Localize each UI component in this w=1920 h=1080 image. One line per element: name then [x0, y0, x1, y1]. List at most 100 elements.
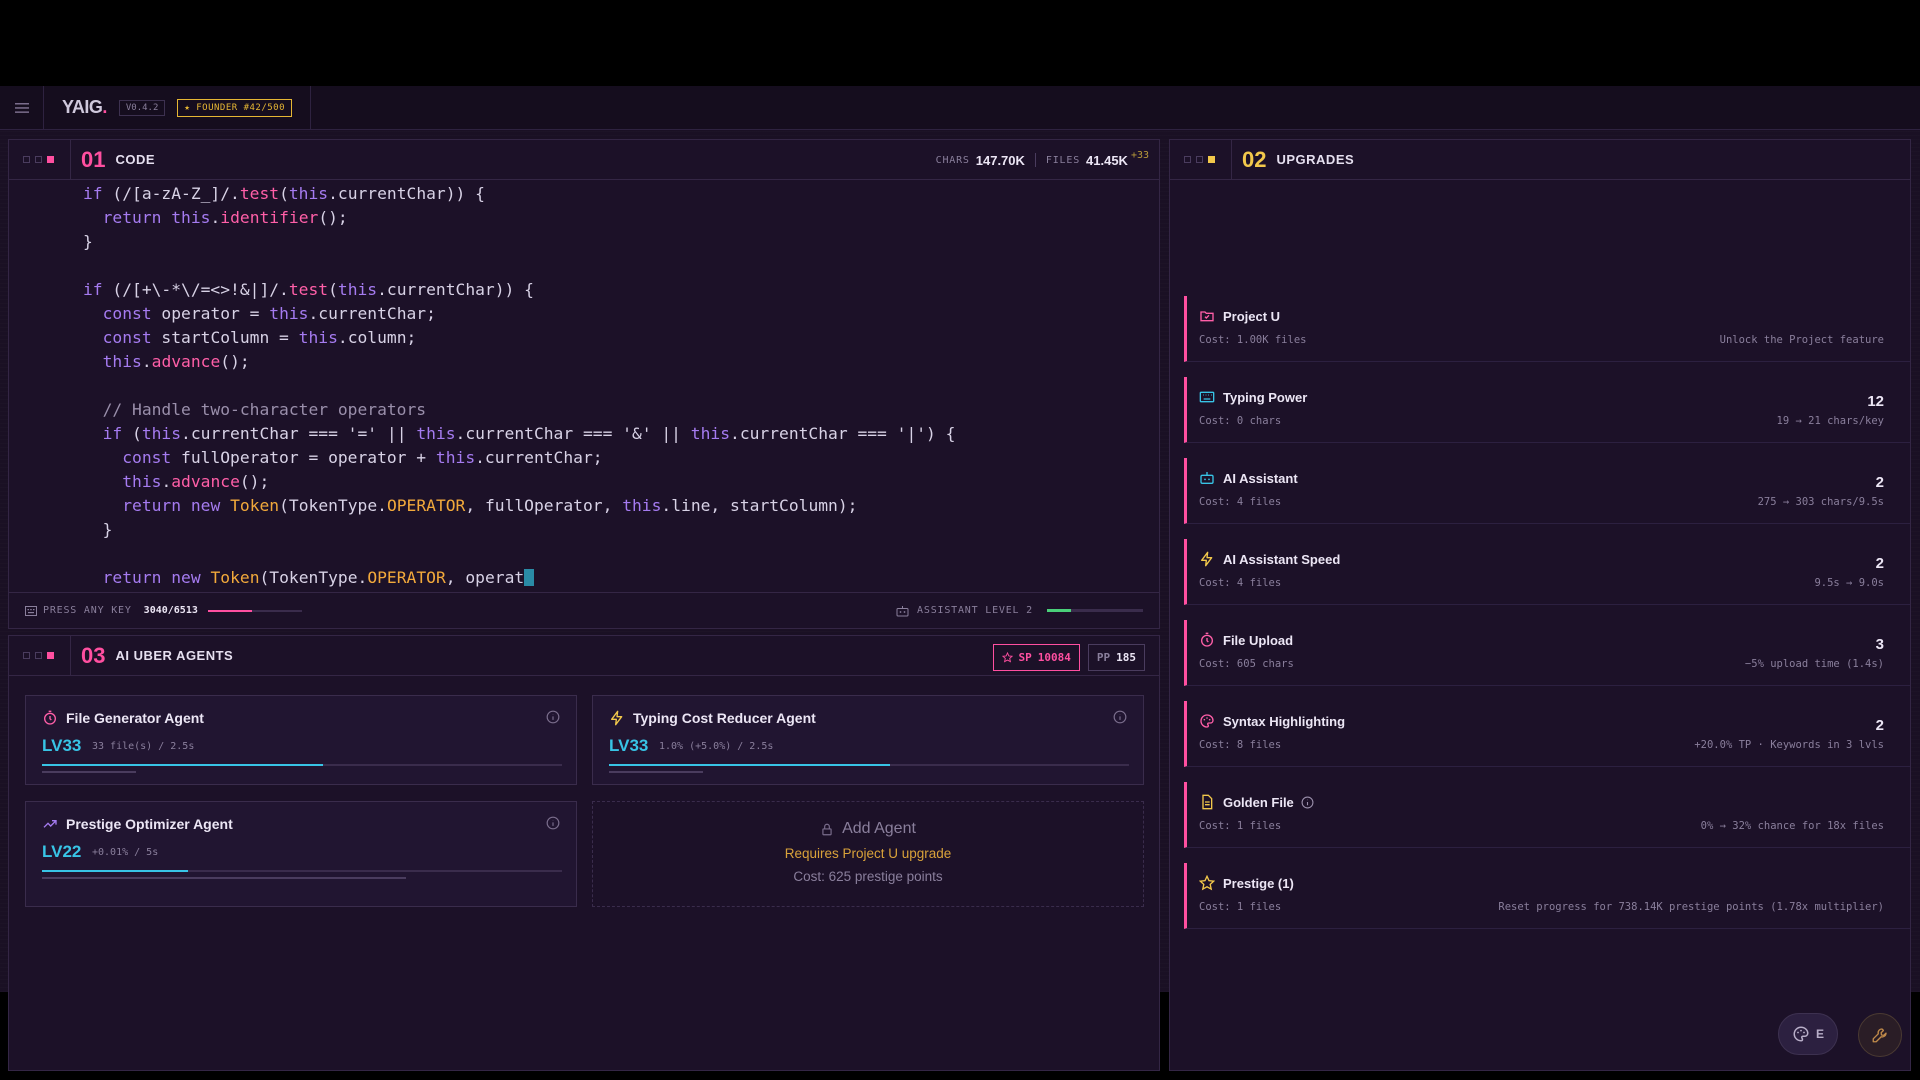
points-display: SP 10084 PP 185 [992, 644, 1145, 671]
agent-card-prestige-optimizer[interactable]: Prestige Optimizer Agent LV22 +0.01% / 5… [25, 801, 577, 907]
window-dot[interactable] [23, 156, 30, 163]
top-bar: YAIG. V0.4.2 ★ FOUNDER #42/500 [0, 85, 1920, 130]
code-line: if (/[+\-*\/=<>!&|]/.test(this.currentCh… [83, 280, 534, 299]
panel-number: 02 [1242, 146, 1267, 172]
timer-icon [1201, 632, 1213, 647]
files-label: FILES [1045, 154, 1081, 166]
files-value: 41.45K [1086, 152, 1128, 168]
upgrade-description: 9.5s → 9.0s [1814, 577, 1884, 589]
agent-level: LV33 [609, 736, 649, 755]
window-dot-active[interactable] [1208, 156, 1215, 163]
assistant-level-label: ASSISTANT LEVEL 2 [917, 605, 1033, 616]
upgrade-cost: Cost: 605 chars [1199, 658, 1294, 670]
agent-progress-bar [609, 764, 1129, 766]
upgrade-golden-file[interactable]: Golden File Cost: 1 files 0% → 32% chanc… [1184, 782, 1910, 848]
code-line: return this.identifier(); [102, 208, 348, 227]
upgrade-name: File Upload [1223, 633, 1294, 648]
star-icon [1001, 652, 1013, 663]
window-dot[interactable] [35, 652, 42, 659]
theme-button[interactable]: E [1778, 1013, 1838, 1055]
upgrade-name: AI Assistant Speed [1223, 552, 1341, 567]
press-key-label: PRESS ANY KEY [43, 605, 132, 616]
agent-secondary-fill [42, 877, 406, 879]
add-agent-cost: Cost: 625 prestige points [793, 869, 943, 884]
info-icon[interactable] [1113, 710, 1127, 724]
logo-text: YAIG [62, 97, 103, 117]
code-line: this.advance(); [102, 352, 250, 371]
sp-badge: SP 10084 [992, 644, 1080, 671]
window-dot[interactable] [1196, 156, 1203, 163]
app-logo: YAIG. [62, 97, 107, 118]
upgrade-description: −5% upload time (1.4s) [1744, 658, 1884, 670]
window-dot-active[interactable] [47, 652, 54, 659]
trending-up-icon [43, 820, 57, 828]
upgrade-name-text: Golden File [1223, 795, 1294, 810]
upgrades-panel: 02 UPGRADES Project U Cost: 1.00K files … [1169, 139, 1911, 1071]
upgrade-cost: Cost: 8 files [1199, 739, 1282, 751]
upgrade-prestige[interactable]: Prestige (1) Cost: 1 files Reset progres… [1184, 863, 1910, 929]
agent-rate: +0.01% / 5s [92, 847, 159, 858]
code-line: if (this.currentChar === '=' || this.cur… [102, 424, 956, 443]
sp-label: SP [1018, 651, 1032, 664]
upgrade-ai-assistant[interactable]: AI Assistant Cost: 4 files 2 275 → 303 c… [1184, 458, 1910, 524]
add-agent-slot[interactable]: Add Agent Requires Project U upgrade Cos… [592, 801, 1144, 907]
upgrade-name: Golden File [1223, 795, 1314, 810]
info-icon[interactable] [546, 710, 560, 724]
agent-secondary-fill [42, 771, 136, 773]
panel-title: UPGRADES [1276, 152, 1355, 167]
upgrade-name: Project U [1223, 309, 1281, 324]
upgrade-typing-power[interactable]: Typing Power Cost: 0 chars 12 19 → 21 ch… [1184, 377, 1910, 443]
pp-badge: PP 185 [1087, 644, 1145, 671]
code-line: const operator = this.currentChar; [102, 304, 436, 323]
wrench-button[interactable] [1858, 1013, 1902, 1057]
upgrade-project-u[interactable]: Project U Cost: 1.00K files Unlock the P… [1184, 296, 1910, 362]
info-icon[interactable] [1301, 796, 1314, 809]
assistant-progress-fill [1047, 609, 1071, 612]
code-line: return new Token(TokenType.OPERATOR, ful… [122, 496, 858, 515]
upgrade-file-upload[interactable]: File Upload Cost: 605 chars 3 −5% upload… [1184, 620, 1910, 686]
typing-progress-bar [207, 609, 302, 612]
files-delta: +33 [1130, 149, 1149, 161]
code-line: this.advance(); [122, 472, 270, 491]
pp-value: 185 [1116, 651, 1136, 664]
code-line: } [83, 232, 93, 251]
hamburger-icon[interactable] [0, 85, 44, 130]
upgrade-cost: Cost: 1.00K files [1199, 334, 1307, 346]
window-dot[interactable] [35, 156, 42, 163]
agent-progress-fill [42, 870, 188, 872]
keyboard-icon [1199, 391, 1215, 403]
agent-card-typing-cost-reducer[interactable]: Typing Cost Reducer Agent LV33 1.0% (+5.… [592, 695, 1144, 785]
upgrade-description: Reset progress for 738.14K prestige poin… [1498, 901, 1884, 913]
upgrade-syntax-highlighting[interactable]: Syntax Highlighting Cost: 8 files 2 +20.… [1184, 701, 1910, 767]
window-dot[interactable] [23, 652, 30, 659]
pp-label: PP [1096, 651, 1111, 664]
code-footer: PRESS ANY KEY 3040/6513 ASSISTANT LEVEL … [9, 592, 1159, 628]
info-icon[interactable] [546, 816, 560, 830]
agent-name: Typing Cost Reducer Agent [633, 710, 816, 726]
agent-secondary-fill [609, 771, 703, 773]
divider [1034, 153, 1036, 167]
robot-icon [1200, 472, 1214, 484]
add-agent-requirement: Requires Project U upgrade [784, 846, 952, 861]
window-controls [9, 635, 71, 676]
agent-name: Prestige Optimizer Agent [66, 816, 233, 832]
window-dot[interactable] [1184, 156, 1191, 163]
add-agent-header: Add Agent [593, 820, 1143, 838]
agent-progress-fill [42, 764, 323, 766]
upgrade-ai-assistant-speed[interactable]: AI Assistant Speed Cost: 4 files 2 9.5s … [1184, 539, 1910, 605]
window-dot-active[interactable] [47, 156, 54, 163]
code-line: const startColumn = this.column; [102, 328, 417, 347]
palette-icon [1200, 714, 1214, 728]
upgrade-cost: Cost: 4 files [1199, 577, 1282, 589]
code-editor[interactable]: if (/[a-zA-Z_]/.test(this.currentChar)) … [9, 180, 1159, 594]
divider [310, 85, 312, 130]
agents-panel-header: 03 AI UBER AGENTS SP 10084 PP 185 [9, 635, 1159, 676]
agent-card-file-generator[interactable]: File Generator Agent LV33 33 file(s) / 2… [25, 695, 577, 785]
upgrade-description: 19 → 21 chars/key [1776, 415, 1884, 427]
agent-rate: 33 file(s) / 2.5s [92, 741, 195, 752]
palette-icon [1793, 1026, 1809, 1042]
code-line: } [83, 520, 113, 539]
upgrade-level: 3 [1875, 636, 1884, 653]
